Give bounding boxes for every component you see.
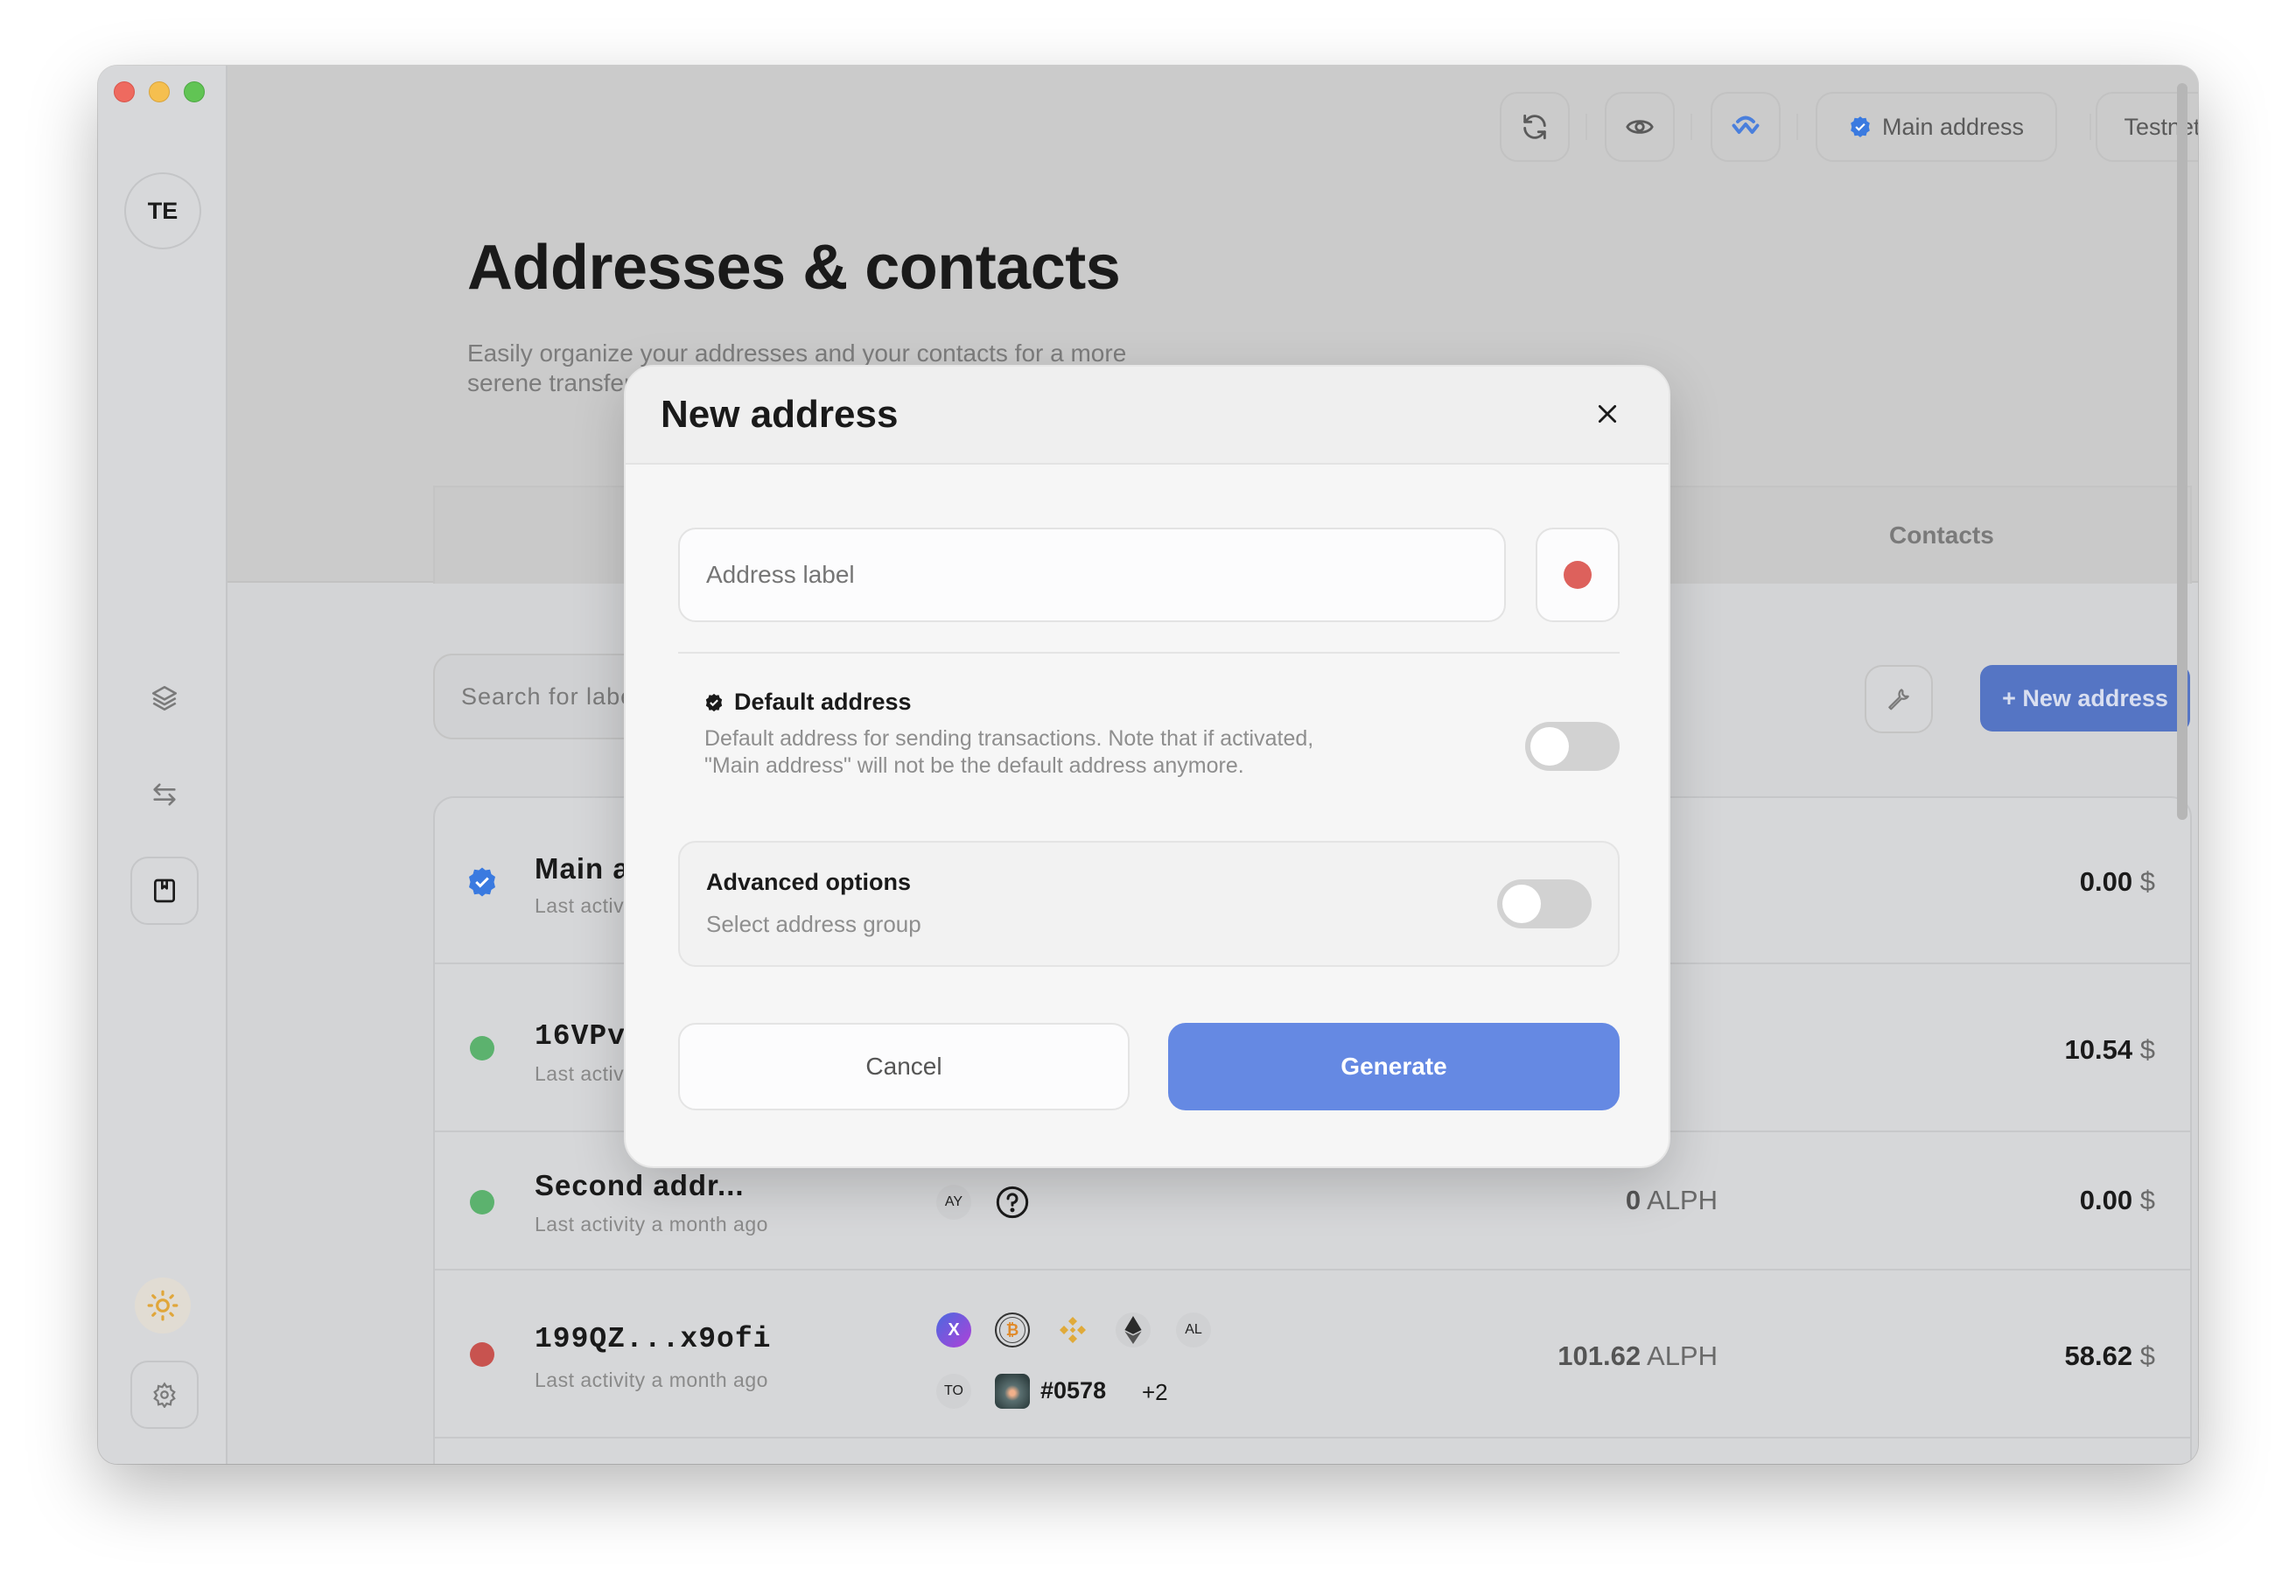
wallet-avatar[interactable]: TE [124, 172, 201, 249]
verified-badge-icon [1851, 116, 1870, 137]
header-separator [1690, 114, 1692, 140]
advanced-options-title: Advanced options [706, 869, 912, 895]
window-maximize-button[interactable] [184, 81, 205, 102]
default-address-title: Default address [734, 689, 912, 715]
address-activity: Last activity a month ago [535, 1368, 768, 1391]
more-assets-label: +2 [1142, 1379, 1168, 1405]
tab-contacts-label: Contacts [1889, 522, 1994, 549]
header-separator [1586, 114, 1587, 140]
wrench-icon [1888, 689, 1909, 710]
sun-icon [147, 1290, 178, 1321]
token-icon-ay: AY [936, 1185, 971, 1220]
address-usd-value: 58.62 $ [2064, 1340, 2155, 1371]
verified-badge-icon [469, 867, 495, 897]
gear-icon [153, 1382, 176, 1408]
nft-thumbnail [995, 1374, 1030, 1409]
nft-label: #0578 [1040, 1377, 1107, 1404]
walletconnect-button[interactable] [1711, 92, 1781, 162]
address-usd-value: 0.00 $ [2079, 866, 2155, 897]
address-alph-balance: 0 ALPH [1625, 1185, 1718, 1215]
new-address-modal: New address Default address Default addr… [624, 365, 1670, 1168]
selected-color-swatch [1564, 561, 1592, 589]
address-label-input[interactable] [678, 528, 1506, 622]
sidebar: TE [98, 66, 228, 1464]
default-address-button[interactable]: Main address [1816, 92, 2057, 162]
address-activity: Last activity a month ago [535, 1213, 768, 1236]
token-icon-al: AL [1176, 1312, 1211, 1348]
address-color-dot [470, 1036, 494, 1060]
token-icon-x: X [936, 1312, 971, 1348]
generate-button[interactable]: Generate [1168, 1023, 1620, 1110]
header-separator [1796, 114, 1798, 140]
discreet-mode-button[interactable] [1605, 92, 1675, 162]
advanced-options-toggle[interactable] [1497, 879, 1592, 928]
theme-toggle-button[interactable] [135, 1278, 191, 1334]
refresh-button[interactable] [1500, 92, 1570, 162]
bitcoin-token-icon: ₿ [995, 1312, 1030, 1348]
modal-divider [678, 652, 1620, 654]
sidebar-item-address-book[interactable] [130, 857, 199, 925]
refresh-icon [1523, 114, 1546, 140]
sidebar-item-overview[interactable] [130, 664, 199, 732]
ethereum-token-icon [1116, 1312, 1151, 1348]
address-row[interactable]: 199QZ...x9ofi Last activity a month ago … [435, 1270, 2190, 1438]
address-color-dot [470, 1342, 494, 1367]
address-color-dot [470, 1190, 494, 1214]
advanced-options-panel: Advanced options Select address group [678, 841, 1620, 967]
address-usd-value: 10.54 $ [2064, 1034, 2155, 1065]
modal-title: New address [661, 393, 899, 436]
address-color-picker[interactable] [1536, 528, 1620, 622]
token-icon-to: TO [936, 1374, 971, 1409]
walletconnect-icon [1732, 116, 1760, 134]
layers-icon [151, 685, 178, 711]
advanced-options-subtitle: Select address group [706, 911, 921, 937]
binance-token-icon [1055, 1312, 1090, 1348]
address-alph-balance: 101.62 ALPH [1558, 1340, 1718, 1371]
unknown-token-icon [995, 1185, 1030, 1220]
new-address-button[interactable]: + New address [1980, 665, 2190, 732]
settings-button[interactable] [130, 1361, 199, 1429]
eye-icon [1626, 120, 1654, 134]
modal-header: New address [626, 367, 1669, 465]
modal-close-button[interactable] [1592, 398, 1623, 430]
cancel-button[interactable]: Cancel [678, 1023, 1130, 1110]
address-settings-button[interactable] [1865, 665, 1933, 733]
window-close-button[interactable] [114, 81, 135, 102]
address-usd-value: 0.00 $ [2079, 1185, 2155, 1215]
sidebar-item-transfers[interactable] [130, 760, 199, 829]
bookmark-book-icon [154, 878, 175, 903]
default-address-heading: Default address [704, 689, 912, 716]
address-name: 199QZ...x9ofi [535, 1323, 772, 1355]
arrows-left-right-icon [153, 783, 176, 806]
page-title: Addresses & contacts [467, 233, 1121, 303]
scrollbar[interactable] [2177, 83, 2188, 820]
window-minimize-button[interactable] [149, 81, 170, 102]
close-icon [1598, 404, 1617, 424]
address-name: Second addr... [535, 1169, 745, 1201]
verified-badge-icon [705, 693, 723, 711]
default-address-label: Main address [1881, 113, 2025, 140]
default-address-toggle[interactable] [1525, 722, 1620, 771]
header-separator [2090, 114, 2091, 140]
default-address-description: Default address for sending transactions… [704, 726, 1314, 778]
